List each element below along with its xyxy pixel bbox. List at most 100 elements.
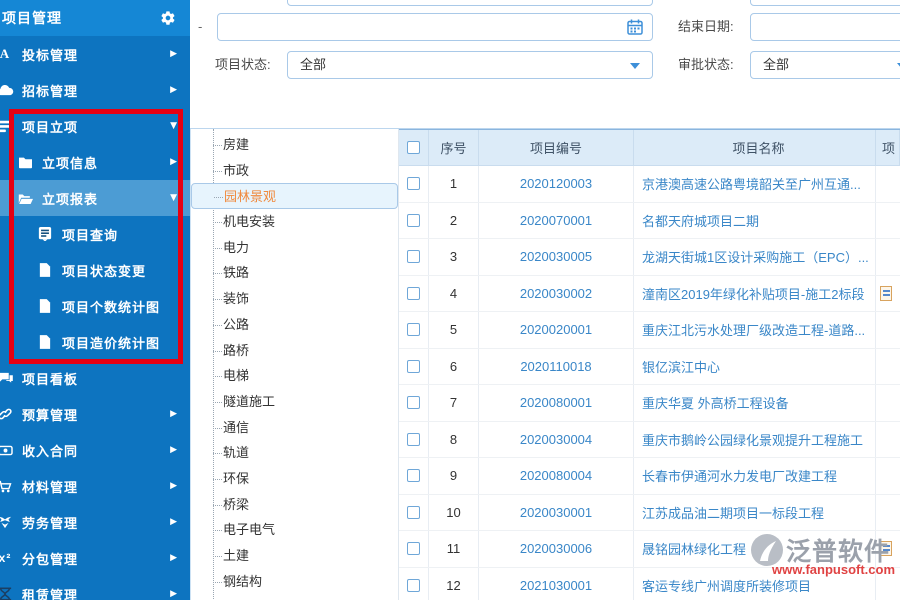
- sidebar-item-subcontract-management[interactable]: x² 分包管理 ▶: [0, 540, 190, 576]
- start-date-input[interactable]: [217, 13, 653, 41]
- table-row: 12 2021030001 客运专线广州调度所装修项目: [399, 568, 900, 600]
- project-code-link[interactable]: 2020030004: [520, 432, 592, 447]
- project-name-link[interactable]: 江苏成品油二期项目一标段工程: [642, 503, 824, 522]
- app-window: 项目管理 A 投标管理 ▶ 招标管理 ▶ 项目立项 ▼: [0, 0, 900, 600]
- cart-icon: [0, 480, 14, 493]
- category-item[interactable]: 路桥: [191, 338, 398, 364]
- gear-icon[interactable]: [160, 10, 176, 26]
- category-item[interactable]: 土建: [191, 543, 398, 569]
- date-range-separator: -: [198, 13, 202, 41]
- project-code-link[interactable]: 2020020001: [520, 322, 592, 337]
- sidebar-item-project-initiation[interactable]: 项目立项 ▼: [0, 108, 190, 144]
- project-name-link[interactable]: 重庆华夏 外高桥工程设备: [642, 393, 789, 412]
- category-item-selected[interactable]: 园林景观: [191, 183, 398, 209]
- table-row: 8 2020030004 重庆市鹅岭公园绿化景观提升工程施工: [399, 422, 900, 459]
- cropped-top-input-right[interactable]: [750, 0, 900, 6]
- file-icon: [36, 263, 54, 277]
- table-row: 7 2020080001 重庆华夏 外高桥工程设备: [399, 385, 900, 422]
- sidebar-header: 项目管理: [0, 0, 190, 36]
- category-item[interactable]: 轨道: [191, 440, 398, 466]
- row-checkbox[interactable]: [407, 506, 420, 519]
- project-name-link[interactable]: 客运专线广州调度所装修项目: [642, 576, 811, 595]
- row-checkbox[interactable]: [407, 469, 420, 482]
- row-checkbox[interactable]: [407, 579, 420, 592]
- sidebar-item-initiation-reports[interactable]: 立项报表 ▼: [0, 180, 190, 216]
- row-checkbox[interactable]: [407, 396, 420, 409]
- project-code-link[interactable]: 2020080001: [520, 395, 592, 410]
- row-checkbox[interactable]: [407, 323, 420, 336]
- category-item[interactable]: 装饰: [191, 286, 398, 312]
- project-code-link[interactable]: 2020070001: [520, 213, 592, 228]
- calendar-icon[interactable]: [627, 19, 643, 35]
- project-name-link[interactable]: 名都天府城项目二期: [642, 211, 759, 230]
- project-name-link[interactable]: 京港澳高速公路粤境韶关至广州互通...: [642, 174, 861, 193]
- row-checkbox[interactable]: [407, 542, 420, 555]
- project-name-link[interactable]: 重庆市鹅岭公园绿化景观提升工程施工: [642, 430, 863, 449]
- attachment-icon[interactable]: [880, 541, 892, 556]
- project-code-link[interactable]: 2021030001: [520, 578, 592, 593]
- category-item[interactable]: 机电安装: [191, 209, 398, 235]
- category-item[interactable]: 电子电气: [191, 517, 398, 543]
- project-list-icon: [0, 119, 14, 133]
- table-row: 9 2020080004 长春市伊通河水力发电厂改建工程: [399, 458, 900, 495]
- folder-icon: [16, 156, 34, 169]
- project-code-link[interactable]: 2020030005: [520, 249, 592, 264]
- sidebar-item-project-status-change[interactable]: 项目状态变更: [0, 252, 190, 288]
- approval-status-select[interactable]: 全部: [750, 51, 900, 79]
- column-header-code: 项目编号: [479, 130, 634, 165]
- sidebar-item-material-management[interactable]: 材料管理 ▶: [0, 468, 190, 504]
- end-date-label: 结束日期:: [678, 13, 734, 41]
- category-item[interactable]: 房建: [191, 132, 398, 158]
- category-item[interactable]: 电梯: [191, 363, 398, 389]
- link-icon: [0, 407, 14, 421]
- project-status-select[interactable]: 全部: [287, 51, 653, 79]
- sidebar-item-income-contract[interactable]: 收入合同 ▶: [0, 432, 190, 468]
- category-item[interactable]: 环保: [191, 466, 398, 492]
- sidebar-item-project-board[interactable]: 项目看板: [0, 360, 190, 396]
- sidebar-item-project-query[interactable]: 项目查询: [0, 216, 190, 252]
- chevron-down-icon: ▼: [170, 121, 178, 131]
- category-item[interactable]: 钢结构: [191, 569, 398, 595]
- project-name-link[interactable]: 龙湖天街城1区设计采购施工（EPC）...: [642, 247, 869, 266]
- category-item[interactable]: 公路: [191, 312, 398, 338]
- category-item[interactable]: 市政: [191, 158, 398, 184]
- sidebar-item-project-count-chart[interactable]: 项目个数统计图: [0, 288, 190, 324]
- sidebar-item-project-cost-chart[interactable]: 项目造价统计图: [0, 324, 190, 360]
- project-code-link[interactable]: 2020120003: [520, 176, 592, 191]
- project-code-link[interactable]: 2020030001: [520, 505, 592, 520]
- row-checkbox[interactable]: [407, 250, 420, 263]
- attachment-icon[interactable]: [880, 286, 892, 301]
- table-row: 5 2020020001 重庆江北污水处理厂级改造工程-道路...: [399, 312, 900, 349]
- sidebar-item-tender-management[interactable]: 招标管理 ▶: [0, 72, 190, 108]
- cropped-top-input-left[interactable]: [287, 0, 653, 6]
- row-checkbox[interactable]: [407, 287, 420, 300]
- project-code-link[interactable]: 2020080004: [520, 468, 592, 483]
- category-item[interactable]: 铁路: [191, 260, 398, 286]
- lease-icon: [0, 587, 14, 600]
- project-code-link[interactable]: 2020030006: [520, 541, 592, 556]
- project-name-link[interactable]: 长春市伊通河水力发电厂改建工程: [642, 466, 837, 485]
- project-name-link[interactable]: 重庆江北污水处理厂级改造工程-道路...: [642, 320, 865, 339]
- x2-icon: x²: [0, 551, 14, 565]
- category-item[interactable]: 通信: [191, 415, 398, 441]
- project-name-link[interactable]: 潼南区2019年绿化补贴项目-施工2标段: [642, 284, 864, 303]
- chevron-down-icon: ▼: [170, 193, 178, 203]
- row-checkbox[interactable]: [407, 177, 420, 190]
- sidebar-item-bid-management[interactable]: A 投标管理 ▶: [0, 36, 190, 72]
- row-checkbox[interactable]: [407, 360, 420, 373]
- sidebar-item-lease-management[interactable]: 租赁管理 ▶: [0, 576, 190, 600]
- select-all-checkbox[interactable]: [407, 141, 420, 154]
- project-name-link[interactable]: 晟铭园林绿化工程: [642, 539, 746, 558]
- sidebar-item-labor-management[interactable]: 劳务管理 ▶: [0, 504, 190, 540]
- category-item[interactable]: 桥梁: [191, 492, 398, 518]
- project-code-link[interactable]: 2020030002: [520, 286, 592, 301]
- category-item[interactable]: 隧道施工: [191, 389, 398, 415]
- row-checkbox[interactable]: [407, 433, 420, 446]
- row-checkbox[interactable]: [407, 214, 420, 227]
- end-date-input[interactable]: [750, 13, 900, 41]
- category-item[interactable]: 电力: [191, 235, 398, 261]
- sidebar-item-initiation-info[interactable]: 立项信息 ▶: [0, 144, 190, 180]
- project-name-link[interactable]: 银亿滨江中心: [642, 357, 720, 376]
- sidebar-item-budget-management[interactable]: 预算管理 ▶: [0, 396, 190, 432]
- project-code-link[interactable]: 2020110018: [520, 359, 591, 374]
